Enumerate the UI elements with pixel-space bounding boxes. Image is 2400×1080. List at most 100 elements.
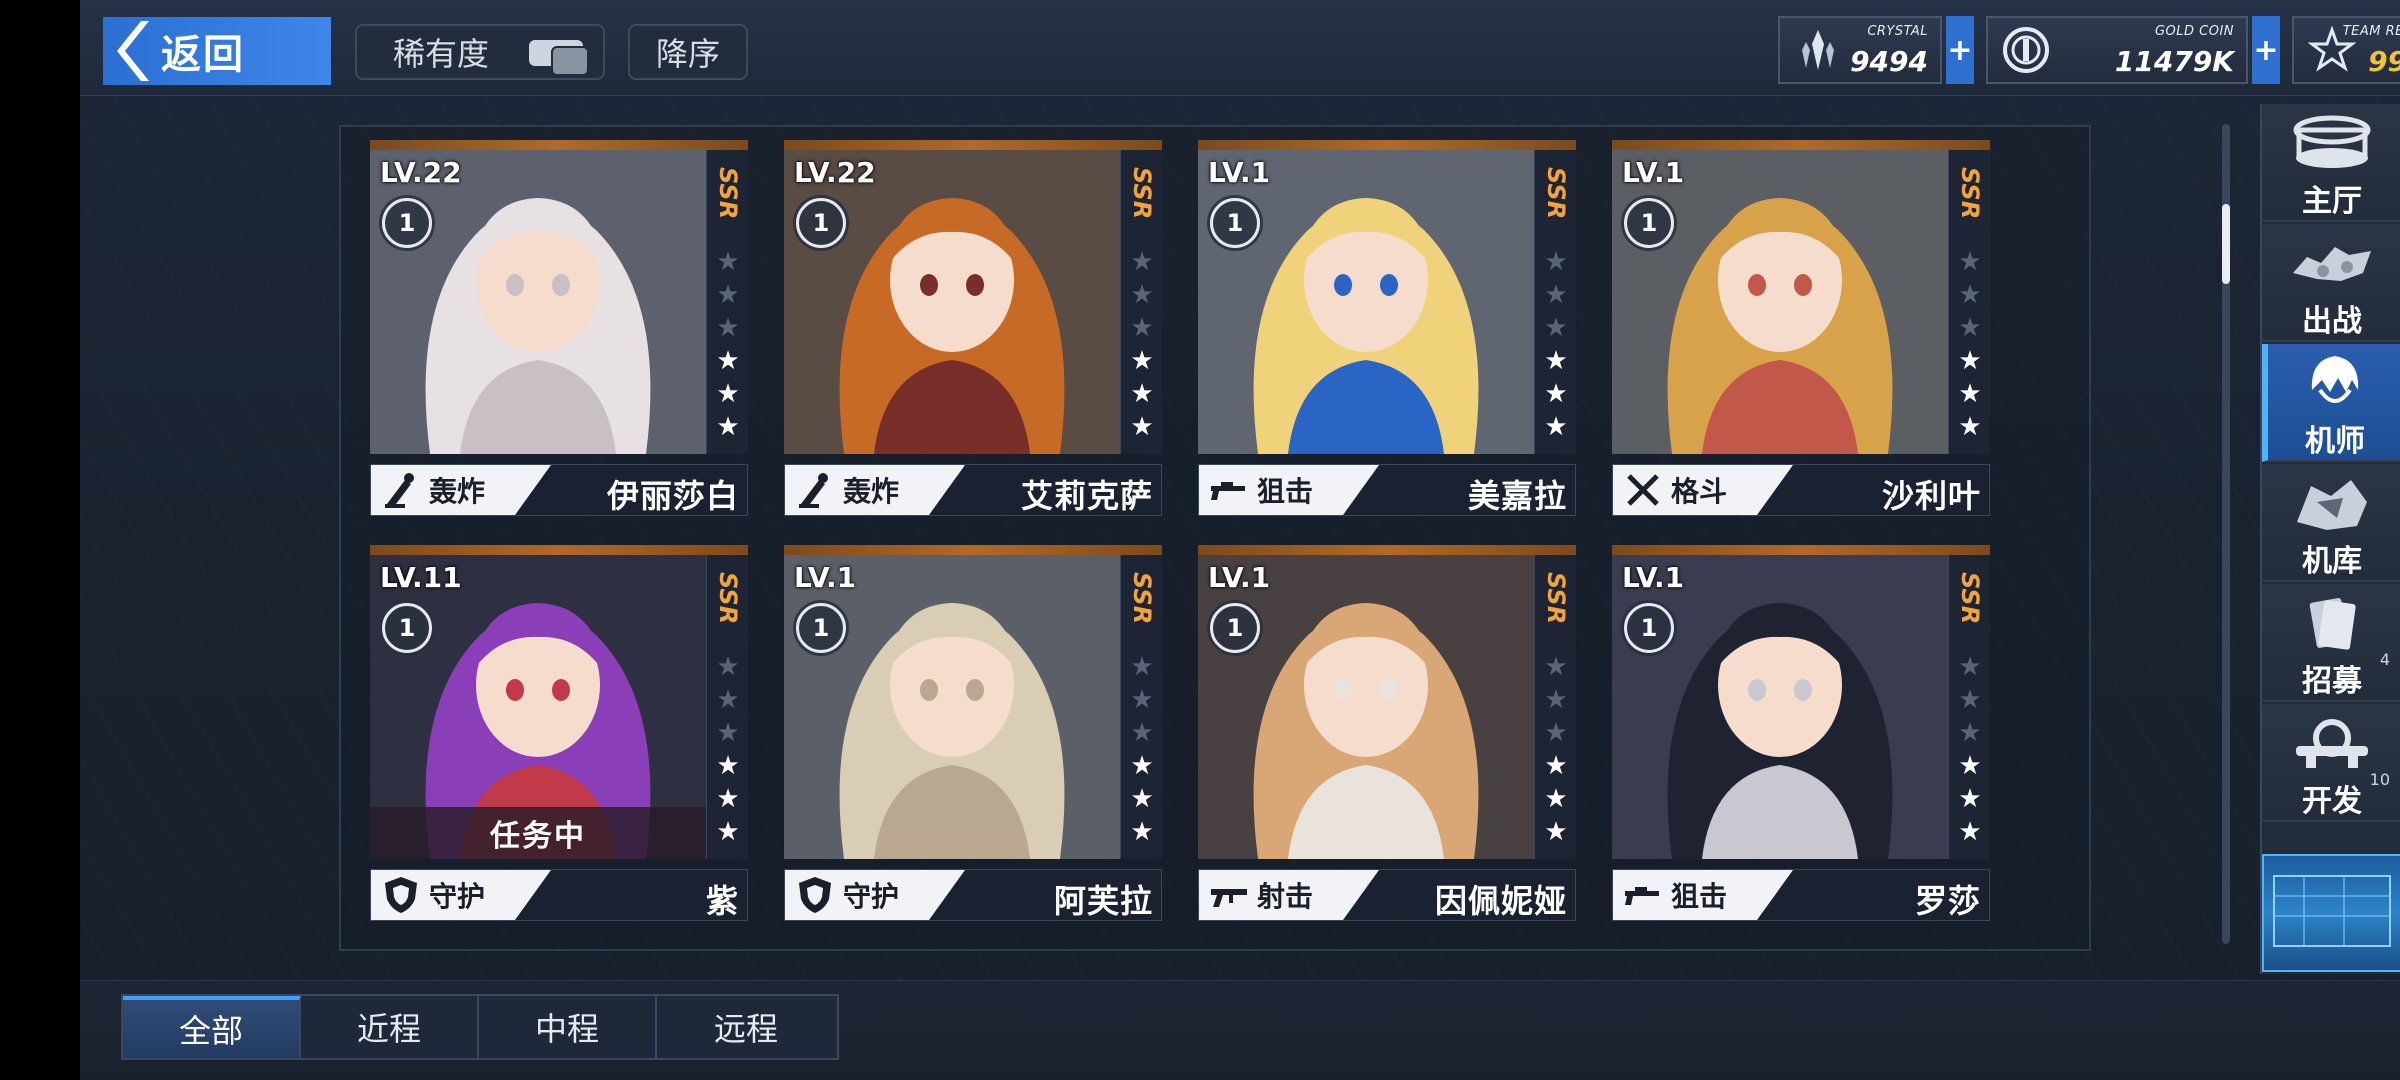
sidebar-item-label: 机库 bbox=[2302, 544, 2362, 579]
recruit-icon bbox=[2287, 590, 2377, 656]
pilot-portrait bbox=[1198, 555, 1534, 859]
currency-value: 9494 bbox=[1850, 45, 1928, 78]
star-filled-icon: ★ bbox=[1544, 784, 1568, 814]
pilot-name: 罗莎 bbox=[1914, 882, 1981, 920]
tab-long-range[interactable]: 远程 bbox=[657, 996, 835, 1058]
star-empty-icon: ★ bbox=[716, 313, 740, 343]
pilot-card[interactable]: SSR ★ ★ ★ ★ ★ ★ LV.1 1 射击 因佩妮娅 bbox=[1198, 545, 1576, 933]
rarity-label: SSR bbox=[1542, 571, 1570, 625]
role-tag: 轰炸 bbox=[371, 465, 551, 515]
sniper-rifle-icon bbox=[1207, 468, 1251, 512]
pilot-card[interactable]: SSR ★ ★ ★ ★ ★ ★ LV.1 1 格斗 沙利叶 bbox=[1612, 140, 1990, 528]
sidebar-item-pilot[interactable]: 机师 bbox=[2262, 344, 2400, 462]
star-filled-icon: ★ bbox=[1130, 412, 1154, 442]
rarity-label: SSR bbox=[714, 166, 742, 220]
pilot-card[interactable]: SSR ★ ★ ★ ★ ★ ★ LV.22 1 轰炸 艾莉克萨 bbox=[784, 140, 1162, 528]
rank-badge: 1 bbox=[796, 603, 846, 653]
star-empty-icon: ★ bbox=[1130, 685, 1154, 715]
mortar-icon bbox=[793, 468, 837, 512]
sidebar-item-label: 开发 bbox=[2302, 784, 2362, 819]
role-label: 格斗 bbox=[1671, 475, 1728, 508]
star-empty-icon: ★ bbox=[716, 718, 740, 748]
card-top-accent bbox=[784, 545, 1162, 555]
rank-badge: 1 bbox=[1624, 198, 1674, 248]
star-filled-icon: ★ bbox=[1130, 817, 1154, 847]
pilot-card[interactable]: SSR ★ ★ ★ ★ ★ ★ LV.1 1 狙击 罗莎 bbox=[1612, 545, 1990, 933]
minimap-thumbnail[interactable] bbox=[2262, 854, 2400, 972]
star-empty-icon: ★ bbox=[1130, 652, 1154, 682]
mission-status: 任务中 bbox=[370, 807, 706, 859]
sidebar-item-recruit[interactable]: 4 招募 bbox=[2262, 584, 2400, 702]
currency-value: 9980 bbox=[2368, 45, 2400, 78]
star-filled-icon: ★ bbox=[1130, 346, 1154, 376]
sidebar-item-label: 出战 bbox=[2302, 304, 2362, 339]
scrollbar[interactable] bbox=[2222, 124, 2230, 944]
currency-name: CRYSTAL bbox=[1867, 24, 1928, 39]
star-empty-icon: ★ bbox=[1130, 280, 1154, 310]
pilot-card[interactable]: SSR ★ ★ ★ ★ ★ ★ LV.22 1 轰炸 伊丽莎白 bbox=[370, 140, 748, 528]
rarity-label: SSR bbox=[1128, 166, 1156, 220]
pilot-name: 美嘉拉 bbox=[1467, 477, 1567, 515]
sidebar-item-develop[interactable]: 10 开发 bbox=[2262, 704, 2400, 822]
role-label: 轰炸 bbox=[429, 475, 486, 508]
star-filled-icon: ★ bbox=[1958, 346, 1982, 376]
star-filled-icon: ★ bbox=[716, 817, 740, 847]
role-tag: 狙击 bbox=[1199, 465, 1379, 515]
star-filled-icon: ★ bbox=[1544, 346, 1568, 376]
pilot-level: LV.1 bbox=[794, 561, 857, 594]
bottom-bar: 全部 近程 中程 远程 bbox=[80, 980, 2400, 1080]
pilot-portrait bbox=[784, 555, 1120, 859]
role-tag: 格斗 bbox=[1613, 465, 1793, 515]
sniper-rifle-icon bbox=[1621, 873, 1665, 917]
star-empty-icon: ★ bbox=[1544, 652, 1568, 682]
tab-all[interactable]: 全部 bbox=[123, 996, 301, 1058]
pilot-name-bar: 射击 因佩妮娅 bbox=[1198, 869, 1576, 921]
shield-icon bbox=[379, 873, 423, 917]
card-top-accent bbox=[370, 140, 748, 150]
range-filter-tabs: 全部 近程 中程 远程 bbox=[121, 994, 839, 1060]
crystal-counter: CRYSTAL 9494 bbox=[1778, 16, 1942, 84]
sidebar-item-label: 机师 bbox=[2305, 424, 2365, 459]
rarity-sort-button[interactable]: 稀有度 bbox=[355, 24, 605, 80]
star-filled-icon: ★ bbox=[1958, 379, 1982, 409]
currency-value: 11479K bbox=[2114, 45, 2234, 78]
rarity-label: 稀有度 bbox=[393, 35, 490, 73]
rarity-label: SSR bbox=[1956, 166, 1984, 220]
role-label: 狙击 bbox=[1671, 880, 1728, 913]
tab-mid-range[interactable]: 中程 bbox=[479, 996, 657, 1058]
sort-order-button[interactable]: 降序 bbox=[628, 24, 748, 80]
star-empty-icon: ★ bbox=[1130, 718, 1154, 748]
tab-close-range[interactable]: 近程 bbox=[301, 996, 479, 1058]
pilot-name: 伊丽莎白 bbox=[606, 477, 739, 515]
sidebar-item-hangar[interactable]: 机库 bbox=[2262, 464, 2400, 582]
pilot-card[interactable]: SSR ★ ★ ★ ★ ★ ★ LV.1 1 守护 阿芙拉 bbox=[784, 545, 1162, 933]
develop-icon bbox=[2287, 710, 2377, 776]
chevron-left-icon bbox=[111, 17, 151, 85]
screen-edge bbox=[0, 0, 80, 1080]
add-crystal-button[interactable]: + bbox=[1946, 16, 1974, 84]
recruit-badge: 4 bbox=[2379, 650, 2390, 669]
scroll-thumb[interactable] bbox=[2222, 204, 2230, 284]
back-button[interactable]: 返回 bbox=[103, 17, 331, 85]
star-filled-icon: ★ bbox=[1130, 379, 1154, 409]
pilot-name-bar: 轰炸 伊丽莎白 bbox=[370, 464, 748, 516]
card-top-accent bbox=[784, 140, 1162, 150]
sidebar-item-sortie[interactable]: 出战 bbox=[2262, 224, 2400, 342]
add-gold-button[interactable]: + bbox=[2252, 16, 2280, 84]
role-label: 守护 bbox=[429, 880, 486, 913]
pilot-level: LV.1 bbox=[1622, 561, 1685, 594]
role-tag: 守护 bbox=[785, 870, 965, 920]
gold-coin-icon bbox=[1998, 22, 2054, 78]
rarity-column: SSR ★ ★ ★ ★ ★ ★ bbox=[706, 150, 748, 454]
pilot-card[interactable]: SSR ★ ★ ★ ★ ★ ★ LV.1 1 狙击 美嘉拉 bbox=[1198, 140, 1576, 528]
rarity-label: SSR bbox=[1128, 571, 1156, 625]
pilot-name-bar: 狙击 罗莎 bbox=[1612, 869, 1990, 921]
card-top-accent bbox=[1612, 545, 1990, 555]
sidebar-item-main-hall[interactable]: 主厅 bbox=[2262, 104, 2400, 222]
rarity-label: SSR bbox=[1956, 571, 1984, 625]
rarity-column: SSR ★ ★ ★ ★ ★ ★ bbox=[1948, 555, 1990, 859]
role-label: 轰炸 bbox=[843, 475, 900, 508]
pilot-level: LV.22 bbox=[380, 156, 462, 189]
star-empty-icon: ★ bbox=[1958, 718, 1982, 748]
pilot-card[interactable]: SSR ★ ★ ★ ★ ★ ★ LV.11 1 任务中 守护 紫 bbox=[370, 545, 748, 933]
